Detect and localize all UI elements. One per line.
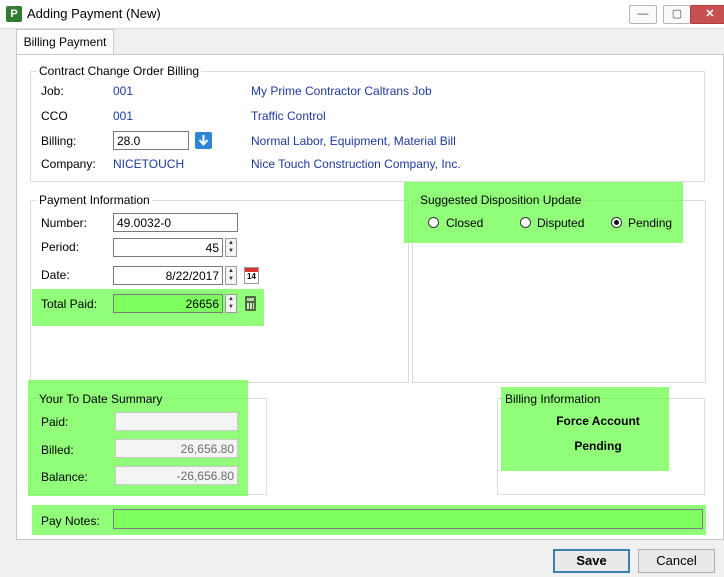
save-button[interactable]: Save bbox=[553, 549, 630, 573]
radio-closed-label[interactable]: Closed bbox=[446, 216, 483, 230]
period-spinner[interactable]: ▲ ▼ bbox=[225, 238, 237, 257]
maximize-button[interactable]: ▢ bbox=[663, 5, 691, 24]
number-label: Number: bbox=[41, 216, 88, 230]
summary-billed-label: Billed: bbox=[41, 443, 74, 457]
pay-notes-label: Pay Notes: bbox=[41, 514, 100, 528]
radio-closed[interactable] bbox=[428, 217, 439, 228]
billing-lookup-button[interactable] bbox=[195, 132, 212, 149]
close-button[interactable]: ✕ bbox=[690, 5, 724, 24]
tab-billing-payment[interactable]: Billing Payment bbox=[16, 29, 114, 56]
pay-notes-input[interactable] bbox=[113, 509, 703, 529]
window-title: Adding Payment (New) bbox=[27, 6, 161, 21]
summary-balance-label: Balance: bbox=[41, 470, 88, 484]
summary-billed-value: 26,656.80 bbox=[115, 439, 238, 458]
radio-disputed[interactable] bbox=[520, 217, 531, 228]
calculator-icon[interactable] bbox=[245, 296, 256, 311]
disposition-group-title: Suggested Disposition Update bbox=[420, 193, 582, 207]
total-paid-input[interactable]: 26656 bbox=[113, 294, 223, 313]
summary-balance-value: -26,656.80 bbox=[115, 466, 238, 485]
job-description: My Prime Contractor Caltrans Job bbox=[251, 84, 432, 98]
title-bar: P Adding Payment (New) — ▢ ✕ bbox=[0, 0, 724, 29]
date-label: Date: bbox=[41, 268, 70, 282]
contract-group-title: Contract Change Order Billing bbox=[37, 64, 202, 78]
app-icon: P bbox=[6, 6, 22, 22]
total-paid-spinner[interactable]: ▲ ▼ bbox=[225, 294, 237, 313]
calendar-day: 14 bbox=[247, 272, 256, 281]
cco-value[interactable]: 001 bbox=[113, 109, 133, 123]
billing-info-line2: Pending bbox=[574, 439, 622, 453]
billing-info-title: Billing Information bbox=[505, 392, 601, 406]
minimize-button[interactable]: — bbox=[629, 5, 657, 24]
calendar-icon[interactable]: 14 bbox=[244, 267, 259, 284]
cancel-button[interactable]: Cancel bbox=[638, 549, 715, 573]
company-value[interactable]: NICETOUCH bbox=[113, 157, 184, 171]
billing-input[interactable]: 28.0 bbox=[113, 131, 189, 150]
date-spinner[interactable]: ▲ ▼ bbox=[225, 266, 237, 285]
billing-label: Billing: bbox=[41, 134, 77, 148]
period-input[interactable]: 45 bbox=[113, 238, 223, 257]
company-label: Company: bbox=[41, 157, 96, 171]
cco-label: CCO bbox=[41, 109, 68, 123]
cco-description: Traffic Control bbox=[251, 109, 326, 123]
summary-paid-label: Paid: bbox=[41, 415, 69, 429]
billing-info-line1: Force Account bbox=[556, 414, 640, 428]
date-input[interactable]: 8/22/2017 bbox=[113, 266, 223, 285]
period-label: Period: bbox=[41, 240, 80, 254]
total-paid-label: Total Paid: bbox=[41, 297, 98, 311]
radio-pending-label[interactable]: Pending bbox=[628, 216, 672, 230]
job-label: Job: bbox=[41, 84, 64, 98]
radio-disputed-label[interactable]: Disputed bbox=[537, 216, 584, 230]
job-value[interactable]: 001 bbox=[113, 84, 133, 98]
company-description: Nice Touch Construction Company, Inc. bbox=[251, 157, 461, 171]
arrow-down-icon bbox=[198, 135, 209, 147]
summary-group-title: Your To Date Summary bbox=[39, 392, 163, 406]
disposition-highlight bbox=[404, 182, 683, 243]
payment-group-title: Payment Information bbox=[37, 193, 152, 207]
summary-paid-value bbox=[115, 412, 238, 431]
billing-description: Normal Labor, Equipment, Material Bill bbox=[251, 134, 456, 148]
number-input[interactable]: 49.0032-0 bbox=[113, 213, 238, 232]
radio-pending[interactable] bbox=[611, 217, 622, 228]
